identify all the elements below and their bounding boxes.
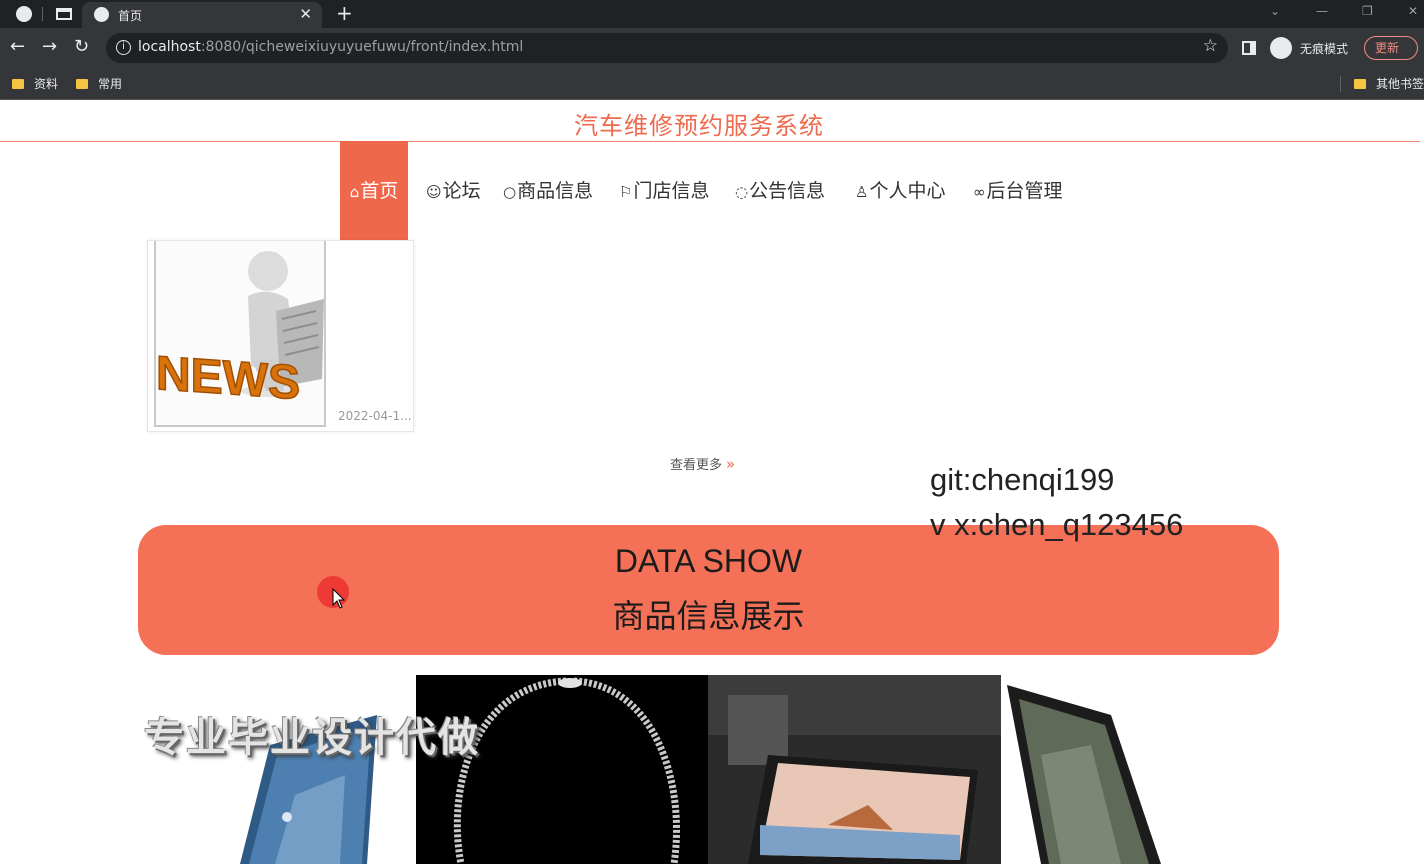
link-icon: ∞ <box>973 183 986 201</box>
nav-item-notices[interactable]: ◌公告信息 <box>735 141 825 242</box>
back-icon[interactable]: ← <box>10 36 25 58</box>
info-icon[interactable]: i <box>116 40 131 55</box>
browser-toolbar: ← → ↻ i localhost:8080/qicheweixiuyuyuef… <box>0 28 1424 68</box>
tab-title: 首页 <box>118 9 143 23</box>
product-image[interactable] <box>708 675 1001 864</box>
other-bookmarks[interactable]: 其他书签 <box>1354 75 1424 92</box>
product-image[interactable] <box>1001 675 1181 864</box>
bookmark-folder[interactable]: 常用 <box>76 75 122 92</box>
home-icon: ⌂ <box>349 183 360 201</box>
watermark-contact: v x:chen_q123456 <box>930 507 1184 542</box>
nav-item-admin[interactable]: ∞后台管理 <box>973 141 1063 242</box>
url-text[interactable]: localhost:8080/qicheweixiuyuyuefuwu/fron… <box>138 39 523 55</box>
tab-search-icon[interactable] <box>56 8 72 20</box>
side-panel-icon[interactable] <box>1242 41 1256 55</box>
promo-watermark: 专业毕业设计代做 <box>144 715 480 761</box>
minimize-icon[interactable]: — <box>1316 4 1328 18</box>
divider <box>0 141 1420 142</box>
nav-item-home[interactable]: ⌂首页 <box>340 141 408 242</box>
news-date: 2022-04-1... <box>338 409 412 423</box>
flag-icon: ⚐ <box>619 183 633 201</box>
user-icon: ♙ <box>855 183 869 201</box>
incognito-label: 无痕模式 <box>1300 42 1349 56</box>
divider <box>1340 76 1341 92</box>
incognito-icon <box>1270 37 1292 59</box>
mouse-cursor-icon <box>332 588 346 609</box>
product-icon: ○ <box>503 183 517 201</box>
globe-icon <box>94 7 109 22</box>
bookmarks-bar: 资料 常用 其他书签 <box>0 68 1424 100</box>
address-bar[interactable]: i localhost:8080/qicheweixiuyuyuefuwu/fr… <box>106 33 1228 63</box>
product-image[interactable] <box>145 675 415 864</box>
product-gallery: 专业毕业设计代做 <box>0 675 1424 864</box>
product-image[interactable] <box>416 675 708 864</box>
view-more-link[interactable]: 查看更多» <box>670 454 735 473</box>
browser-tab[interactable]: 首页 ✕ <box>82 2 322 28</box>
news-image-text: NEWS <box>156 347 300 410</box>
news-image: NEWS <box>154 241 326 427</box>
forum-icon: ☺ <box>426 183 442 201</box>
folder-icon <box>76 79 88 89</box>
restore-icon[interactable]: ❐ <box>1362 4 1373 18</box>
reload-icon[interactable]: ↻ <box>74 36 89 58</box>
nav-item-forum[interactable]: ☺论坛 <box>426 141 481 242</box>
banner-title-en: DATA SHOW <box>614 543 803 579</box>
close-window-icon[interactable]: ✕ <box>1408 4 1418 18</box>
folder-icon <box>12 79 24 89</box>
nav-item-profile[interactable]: ♙个人中心 <box>855 141 945 242</box>
update-button[interactable]: 更新 <box>1364 36 1418 60</box>
banner-title-zh: 商品信息展示 <box>612 597 805 635</box>
news-card[interactable]: NEWS 2022-04-1... <box>147 240 414 432</box>
nav-item-products[interactable]: ○商品信息 <box>503 141 593 242</box>
nav-item-stores[interactable]: ⚐门店信息 <box>619 141 709 242</box>
folder-icon <box>1354 79 1366 89</box>
notice-icon: ◌ <box>735 183 749 201</box>
bookmark-star-icon[interactable]: ☆ <box>1203 36 1218 56</box>
chevron-down-icon[interactable]: ⌄ <box>1270 4 1280 18</box>
site-title: 汽车维修预约服务系统 <box>574 112 824 140</box>
bookmark-folder[interactable]: 资料 <box>12 75 58 92</box>
browser-tab-bar: 首页 ✕ + ⌄ — ❐ ✕ <box>0 0 1424 28</box>
divider <box>42 7 43 21</box>
close-tab-icon[interactable]: ✕ <box>299 5 312 23</box>
data-show-banner: DATA SHOW 商品信息展示 <box>138 525 1279 655</box>
page-content: 汽车维修预约服务系统 ⌂首页 ☺论坛 ○商品信息 ⚐门店信息 ◌公告信息 ♙个人… <box>0 100 1424 864</box>
browser-menu-icon[interactable] <box>16 6 32 22</box>
watermark-git: git:chenqi199 <box>930 462 1115 497</box>
new-tab-icon[interactable]: + <box>336 1 353 25</box>
double-chevron-right-icon: » <box>726 455 736 473</box>
forward-icon[interactable]: → <box>42 36 57 58</box>
